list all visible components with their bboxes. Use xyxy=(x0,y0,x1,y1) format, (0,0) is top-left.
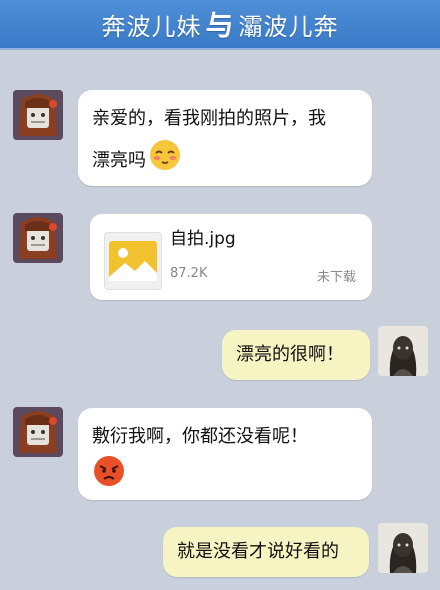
avatar-girl[interactable] xyxy=(13,213,63,263)
avatar-man[interactable] xyxy=(378,523,428,573)
avatar-girl[interactable] xyxy=(13,407,63,457)
message-bubble-3[interactable]: 漂亮的很啊！ xyxy=(222,330,370,380)
blushing-face-icon xyxy=(148,138,182,182)
avatar-man[interactable] xyxy=(378,326,428,376)
message-bubble-4[interactable]: 敷衍我啊，你都还没看呢！ xyxy=(78,408,372,500)
message-text: 漂亮的很啊！ xyxy=(236,344,344,365)
message-text: 漂亮吗 xyxy=(92,149,146,171)
file-download-status[interactable]: 未下载 xyxy=(317,266,356,285)
file-message[interactable]: 自拍.jpg 87.2K 未下载 xyxy=(90,214,372,300)
avatar-girl[interactable] xyxy=(13,90,63,140)
chat-title-bar: 奔波儿妹 与 灞波儿奔 xyxy=(0,0,440,50)
message-bubble-1[interactable]: 亲爱的，看我刚拍的照片，我 漂亮吗 xyxy=(78,90,372,186)
title-right: 灞波儿奔 xyxy=(238,12,339,41)
message-text: 就是没看才说好看的 xyxy=(177,541,339,562)
angry-face-icon xyxy=(92,454,126,498)
message-text: 亲爱的，看我刚拍的照片，我 xyxy=(92,108,326,129)
title-separator: 与 xyxy=(205,9,235,42)
file-name: 自拍.jpg xyxy=(170,229,236,249)
title-left: 奔波儿妹 xyxy=(101,12,202,41)
image-file-icon xyxy=(104,232,162,290)
message-text: 敷衍我啊，你都还没看呢！ xyxy=(92,426,308,447)
message-bubble-5[interactable]: 就是没看才说好看的 xyxy=(163,527,369,577)
file-size: 87.2K xyxy=(170,266,208,281)
